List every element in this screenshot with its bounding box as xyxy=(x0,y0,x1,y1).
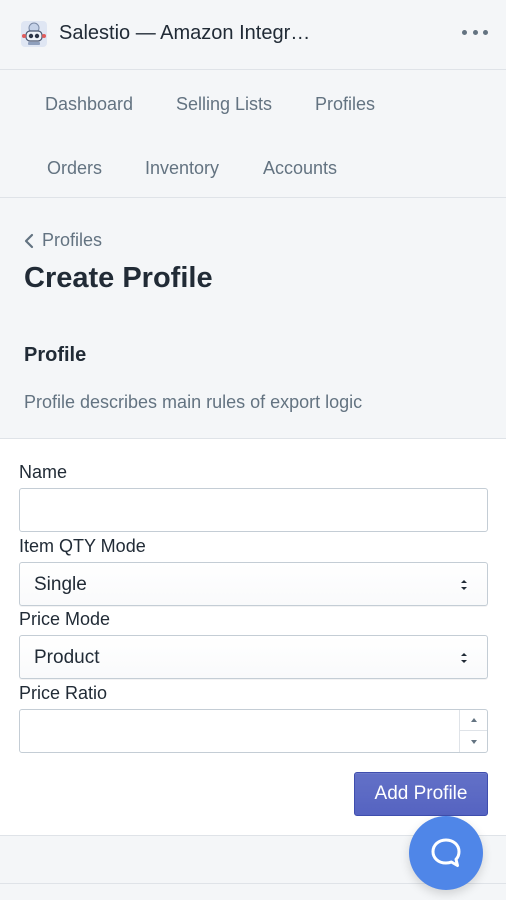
top-bar: Salestio — Amazon Integr… xyxy=(0,0,506,70)
chat-bubble-icon xyxy=(431,838,461,867)
chevron-left-icon xyxy=(24,233,34,248)
nav-item-selling-lists[interactable]: Selling Lists xyxy=(176,94,272,115)
select-arrows-icon xyxy=(461,580,467,590)
stepper-down-button[interactable] xyxy=(460,731,487,752)
breadcrumb[interactable]: Profiles xyxy=(24,230,102,251)
price-mode-label: Price Mode xyxy=(19,609,111,629)
nav-item-accounts[interactable]: Accounts xyxy=(263,158,337,179)
price-ratio-stepper xyxy=(459,710,487,752)
nav-item-dashboard[interactable]: Dashboard xyxy=(45,94,133,115)
item-qty-mode-label: Item QTY Mode xyxy=(19,536,146,556)
chat-button[interactable] xyxy=(409,816,483,890)
robot-app-icon xyxy=(20,20,48,48)
breadcrumb-label: Profiles xyxy=(42,230,103,250)
section-title: Profile xyxy=(24,344,87,366)
price-ratio-field-wrapper xyxy=(19,709,488,753)
nav-item-profiles[interactable]: Profiles xyxy=(315,94,375,115)
name-input[interactable] xyxy=(20,489,487,531)
nav-item-inventory[interactable]: Inventory xyxy=(145,158,219,179)
item-qty-mode-value: Single xyxy=(34,574,87,595)
add-profile-button[interactable]: Add Profile xyxy=(354,772,488,816)
select-arrows-icon xyxy=(461,653,467,663)
profile-form-card: Name Item QTY Mode Single Price Mode Pro… xyxy=(0,438,506,836)
section-description: Profile describes main rules of export l… xyxy=(24,392,363,412)
price-mode-value: Product xyxy=(34,647,100,668)
more-horizontal-icon[interactable] xyxy=(462,22,488,42)
main-nav: Dashboard Selling Lists Profiles Orders … xyxy=(0,70,506,198)
page-title: Create Profile xyxy=(24,262,213,294)
name-field-wrapper xyxy=(19,488,488,532)
caret-up-icon xyxy=(470,718,477,722)
nav-item-orders[interactable]: Orders xyxy=(47,158,102,179)
item-qty-mode-select[interactable]: Single xyxy=(19,562,488,606)
price-mode-select[interactable]: Product xyxy=(19,635,488,679)
price-ratio-label: Price Ratio xyxy=(19,683,108,703)
app-title: Salestio — Amazon Integr… xyxy=(59,22,311,44)
name-label: Name xyxy=(19,462,68,482)
price-ratio-input[interactable] xyxy=(20,710,487,752)
stepper-up-button[interactable] xyxy=(460,710,487,731)
caret-down-icon xyxy=(470,739,477,744)
